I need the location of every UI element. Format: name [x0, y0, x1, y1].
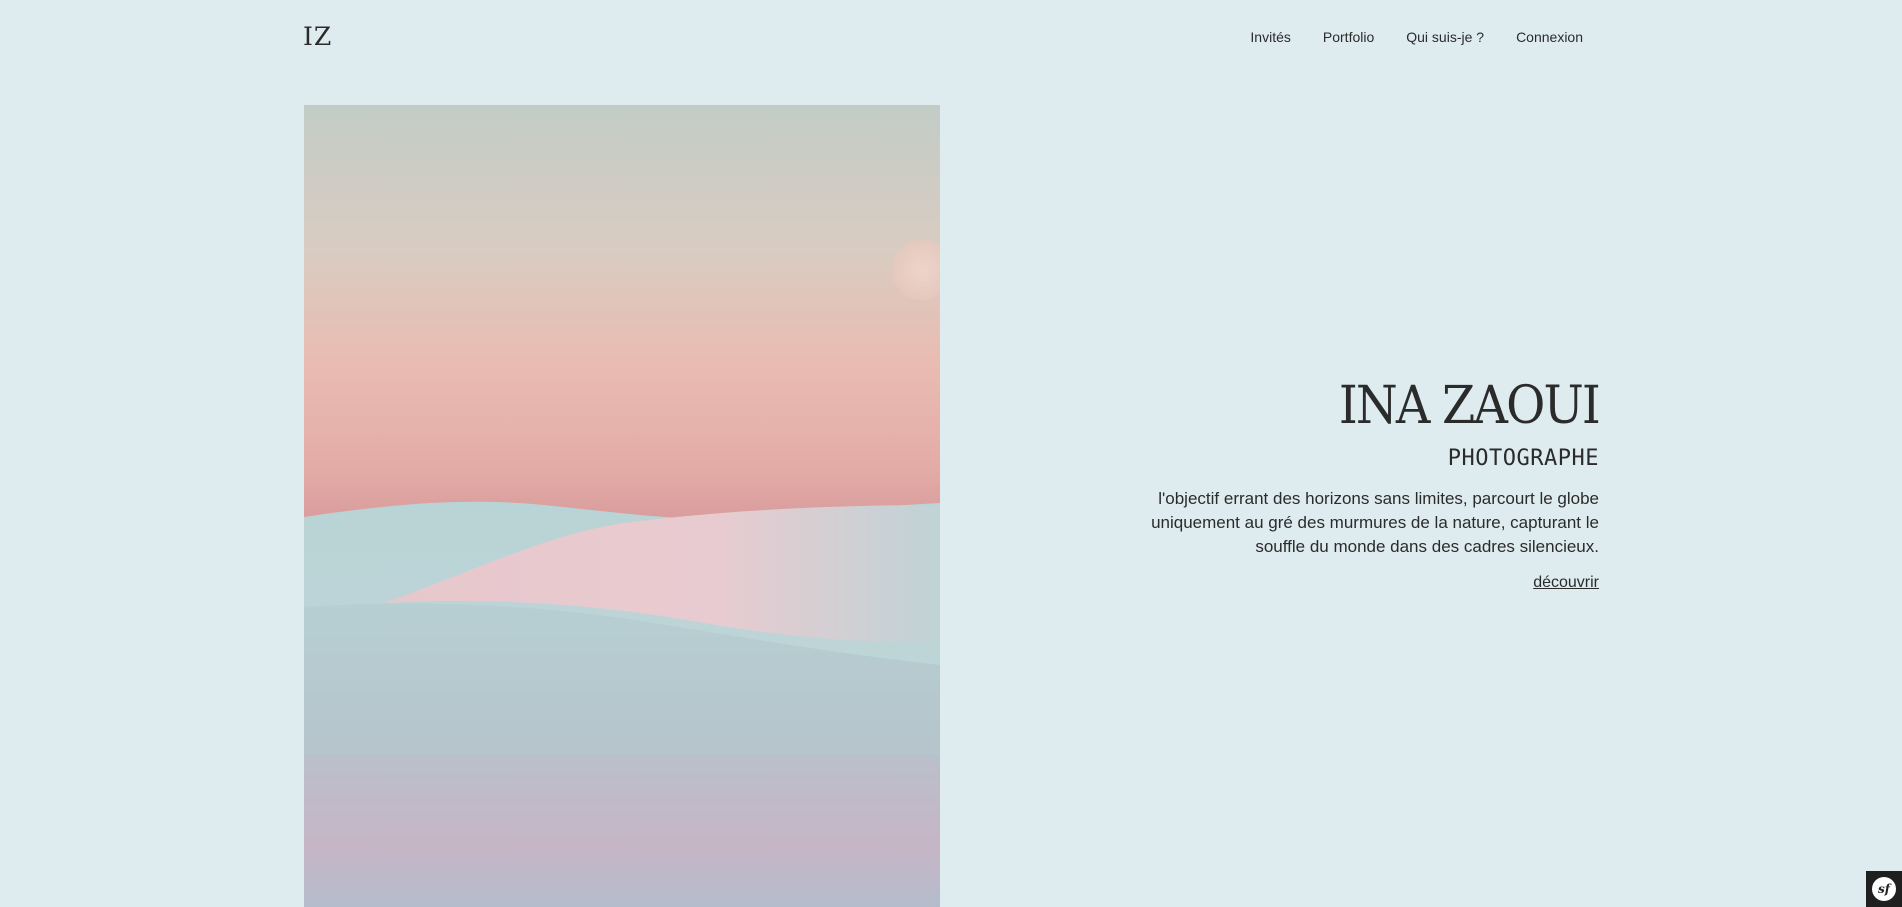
desert-dunes-photo	[304, 105, 940, 907]
hero-subtitle: PHOTOGRAPHE	[1447, 446, 1599, 471]
site-logo[interactable]: IZ	[303, 22, 332, 51]
debug-toolbar-toggle[interactable]: sf	[1866, 871, 1902, 907]
nav-item-login[interactable]: Connexion	[1516, 29, 1583, 45]
nav-item-portfolio[interactable]: Portfolio	[1323, 29, 1374, 45]
symfony-icon: sf	[1872, 877, 1896, 901]
discover-link[interactable]: découvrir	[1533, 574, 1599, 592]
hero-text-block: INA ZAOUI PHOTOGRAPHE l'objectif errant …	[1139, 376, 1601, 592]
hero-title: INA ZAOUI	[1338, 376, 1601, 436]
main-nav: Invités Portfolio Qui suis-je ? Connexio…	[1250, 29, 1583, 45]
nav-item-about[interactable]: Qui suis-je ?	[1406, 29, 1484, 45]
page: IZ Invités Portfolio Qui suis-je ? Conne…	[0, 0, 1902, 907]
nav-item-invites[interactable]: Invités	[1250, 29, 1290, 45]
hero-image	[304, 105, 940, 907]
hero-description: l'objectif errant des horizons sans limi…	[1151, 489, 1599, 556]
